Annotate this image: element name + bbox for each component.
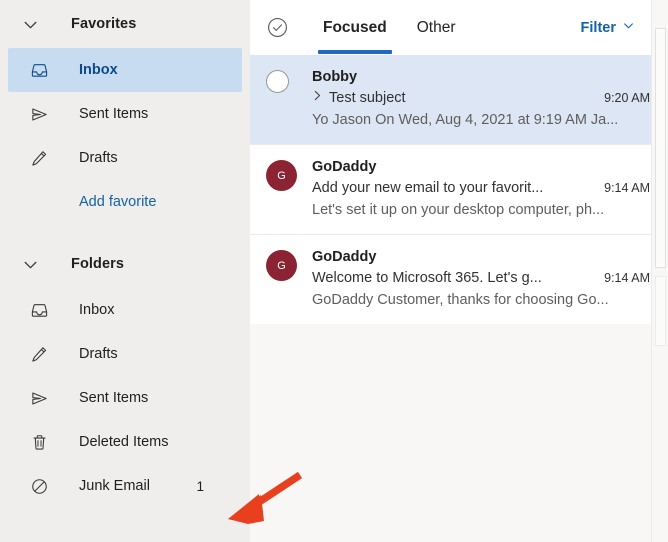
sidebar-item-label: Drafts — [79, 150, 118, 166]
chevron-down-icon[interactable] — [22, 16, 50, 33]
sidebar-item-count: 1 — [196, 478, 204, 494]
sidebar-group-folders-header[interactable]: Folders — [0, 240, 250, 288]
message-list: Bobby Test subject 9:20 AM Yo Jason On W… — [250, 55, 668, 324]
message-preview: GoDaddy Customer, thanks for choosing Go… — [312, 292, 609, 308]
message-body: GoDaddy Add your new email to your favor… — [298, 157, 654, 221]
sidebar-item-label: Drafts — [79, 346, 118, 362]
message-list-scrollbar[interactable] — [651, 0, 668, 542]
sidebar-group-label: Favorites — [71, 16, 137, 32]
message-body: Bobby Test subject 9:20 AM Yo Jason On W… — [298, 67, 654, 131]
tab-label: Focused — [323, 18, 387, 36]
block-icon — [30, 477, 58, 496]
inbox-icon — [30, 301, 58, 320]
message-time: 9:14 AM — [604, 271, 650, 285]
sidebar-item-folders-deleted-items[interactable]: Deleted Items — [8, 420, 242, 464]
sidebar-item-favorites-sent-items[interactable]: Sent Items — [8, 92, 242, 136]
avatar[interactable]: G — [266, 250, 297, 281]
sidebar-item-label: Sent Items — [79, 390, 149, 406]
add-favorite-link[interactable]: Add favorite — [8, 180, 242, 224]
message-avatar-slot — [266, 67, 298, 131]
chevron-right-icon[interactable] — [312, 87, 323, 109]
message-list-item[interactable]: G GoDaddy Add your new email to your fav… — [250, 144, 668, 234]
sidebar-item-label: Sent Items — [79, 106, 149, 122]
message-sender: GoDaddy — [312, 249, 377, 265]
scrollbar-thumb-secondary[interactable] — [655, 276, 666, 346]
sidebar-item-folders-sent-items[interactable]: Sent Items — [8, 376, 242, 420]
pencil-icon — [30, 149, 58, 168]
select-circle-icon[interactable] — [266, 70, 289, 93]
avatar-initial: G — [277, 169, 286, 182]
message-preview: Yo Jason On Wed, Aug 4, 2021 at 9:19 AM … — [312, 112, 619, 128]
message-subject-row: Add your new email to your favorit... 9:… — [312, 177, 650, 199]
message-list-header: Focused Other Filter — [250, 0, 668, 55]
sidebar-group-label: Folders — [71, 256, 125, 272]
message-list-pane: Focused Other Filter Bobby Test subject … — [250, 0, 668, 542]
send-icon — [30, 389, 58, 408]
trash-icon — [30, 433, 58, 452]
filter-label: Filter — [580, 19, 616, 36]
message-sender: GoDaddy — [312, 159, 377, 175]
sidebar-item-label: Inbox — [79, 302, 115, 318]
chevron-down-icon[interactable] — [22, 256, 50, 273]
tab-label: Other — [416, 18, 456, 36]
message-list-item[interactable]: G GoDaddy Welcome to Microsoft 365. Let'… — [250, 234, 668, 324]
sidebar-item-favorites-inbox[interactable]: Inbox — [8, 48, 242, 92]
outlook-web-app: Favorites Inbox Sent Items Drafts Add fa… — [0, 0, 668, 542]
inbox-icon — [30, 61, 58, 80]
sidebar-item-label: Deleted Items — [79, 434, 169, 450]
filter-button[interactable]: Filter — [581, 19, 654, 36]
message-sender: Bobby — [312, 69, 358, 85]
message-avatar-slot: G — [266, 157, 298, 221]
add-favorite-label: Add favorite — [79, 194, 157, 210]
message-subject-row: Welcome to Microsoft 365. Let's g... 9:1… — [312, 267, 650, 289]
message-time: 9:14 AM — [604, 181, 650, 195]
scrollbar-thumb[interactable] — [655, 28, 666, 268]
sidebar-item-label: Junk Email — [79, 478, 150, 494]
tab-other[interactable]: Other — [402, 0, 471, 55]
sidebar-item-favorites-drafts[interactable]: Drafts — [8, 136, 242, 180]
sidebar-item-folders-junk-email[interactable]: Junk Email 1 — [8, 464, 242, 508]
message-preview: Let's set it up on your desktop computer… — [312, 202, 605, 218]
sidebar-item-folders-inbox[interactable]: Inbox — [8, 288, 242, 332]
message-subject-row: Test subject 9:20 AM — [312, 87, 650, 109]
message-avatar-slot: G — [266, 247, 298, 311]
folder-sidebar: Favorites Inbox Sent Items Drafts Add fa… — [0, 0, 250, 542]
avatar[interactable]: G — [266, 160, 297, 191]
pencil-icon — [30, 345, 58, 364]
message-time: 9:20 AM — [604, 91, 650, 105]
sidebar-group-favorites-header[interactable]: Favorites — [0, 0, 250, 48]
message-body: GoDaddy Welcome to Microsoft 365. Let's … — [298, 247, 654, 311]
chevron-down-icon — [622, 19, 635, 36]
tab-focused[interactable]: Focused — [308, 0, 402, 55]
sidebar-item-label: Inbox — [79, 62, 118, 78]
sidebar-item-folders-drafts[interactable]: Drafts — [8, 332, 242, 376]
message-list-item[interactable]: Bobby Test subject 9:20 AM Yo Jason On W… — [250, 55, 668, 144]
send-icon — [30, 105, 58, 124]
message-filter-tabs: Focused Other — [308, 0, 471, 55]
message-subject: Welcome to Microsoft 365. Let's g... — [312, 270, 542, 286]
circle-check-icon[interactable] — [266, 16, 298, 39]
message-subject: Test subject — [329, 90, 406, 106]
avatar-initial: G — [277, 259, 286, 272]
message-subject: Add your new email to your favorit... — [312, 180, 544, 196]
